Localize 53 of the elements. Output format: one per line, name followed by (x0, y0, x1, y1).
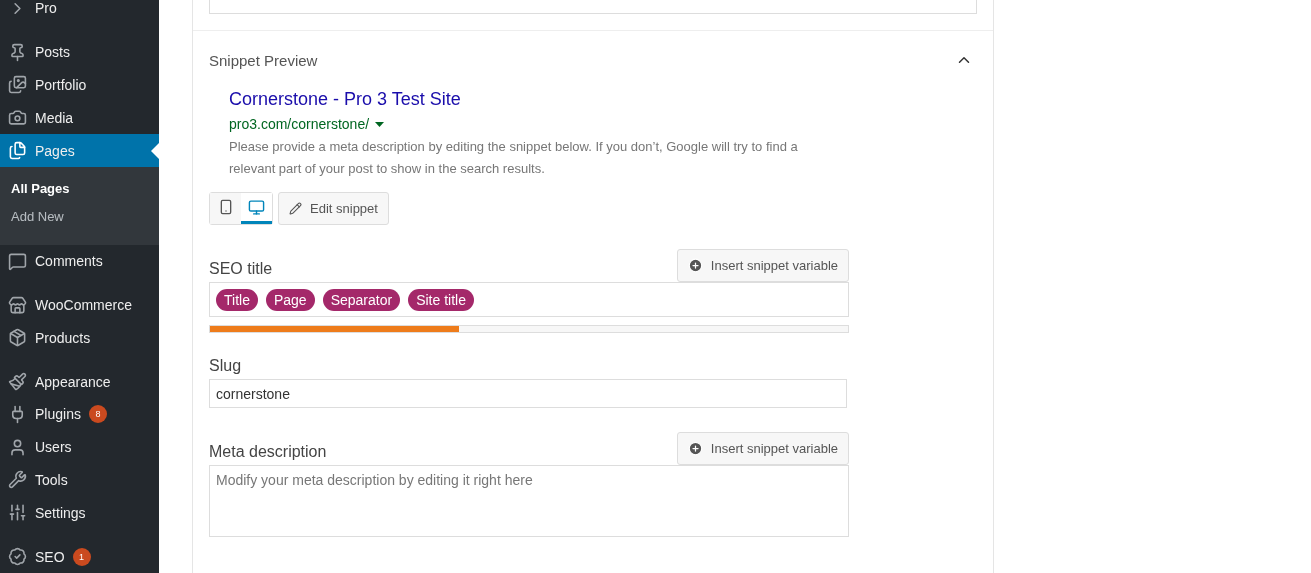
menu-icon (8, 437, 27, 457)
menu-icon (8, 42, 27, 62)
menu-icon (8, 328, 27, 348)
count-badge: 1 (72, 547, 91, 566)
submenu-item[interactable]: Add New (0, 202, 159, 231)
count-badge: 8 (88, 405, 107, 424)
plus-icon (687, 441, 703, 456)
sidebar-item[interactable]: Plugins 8 (0, 398, 159, 431)
sidebar-item[interactable]: SEO 1 (0, 540, 159, 573)
preview-url: pro3.com/cornerstone/ (229, 116, 370, 132)
plus-icon (687, 258, 703, 273)
menu-icon (8, 503, 27, 523)
desktop-preview-button[interactable] (241, 193, 272, 224)
menu-icon (8, 547, 27, 567)
variable-tag: Title (216, 288, 258, 311)
menu-icon (8, 75, 27, 95)
field-label: SEO title (209, 260, 273, 279)
sidebar-item[interactable]: Pages (0, 134, 159, 167)
sidebar-item[interactable]: Comments (0, 244, 159, 278)
insert-variable-button[interactable]: Insert snippet variable (676, 249, 849, 282)
preview-title-link[interactable]: Cornerstone - Pro 3 Test Site (229, 89, 819, 110)
variable-tag: Separator (322, 288, 401, 311)
monitor-icon (248, 198, 265, 216)
sidebar-item[interactable]: Pro (0, 0, 159, 25)
slug-field[interactable]: cornerstone (209, 379, 847, 408)
insert-variable-button[interactable]: Insert snippet variable (676, 432, 849, 465)
menu-icon (8, 251, 27, 271)
sidebar-item[interactable]: Tools (0, 463, 159, 497)
preview-description: Please provide a meta description by editing the snippet below. If you don’t, Google will try to find a relevant part of your post to show in the search results. (229, 138, 799, 178)
pencil-icon (289, 202, 302, 215)
sidebar-item[interactable]: Users (0, 430, 159, 464)
sidebar-item[interactable]: Portfolio (0, 68, 159, 102)
section-title: Snippet Preview (209, 51, 318, 69)
seo-title-field[interactable]: Title Page Separator Site title (209, 282, 849, 317)
edit-snippet-button[interactable]: Edit snippet (278, 192, 389, 225)
field-label: Slug (209, 357, 242, 376)
sidebar-item[interactable]: Settings (0, 496, 159, 530)
dropdown-caret-icon[interactable] (375, 121, 385, 127)
menu-icon (8, 470, 27, 490)
sidebar-item[interactable]: Media (0, 101, 159, 135)
sidebar-item[interactable]: WooCommerce (0, 288, 159, 322)
menu-icon (8, 108, 27, 128)
sidebar-item[interactable]: Appearance (0, 365, 159, 399)
menu-icon (8, 295, 27, 315)
field-label: Meta description (209, 443, 327, 462)
variable-tag: Site title (408, 288, 474, 311)
variable-tag: Page (265, 288, 315, 311)
menu-icon (8, 372, 27, 392)
sidebar-item[interactable]: Posts (0, 35, 159, 69)
submenu-item[interactable]: All Pages (0, 174, 159, 203)
meta-description-field[interactable]: Modify your meta description by editing it right here (209, 465, 849, 537)
menu-icon (8, 141, 27, 160)
sidebar-item[interactable]: Products (0, 321, 159, 355)
